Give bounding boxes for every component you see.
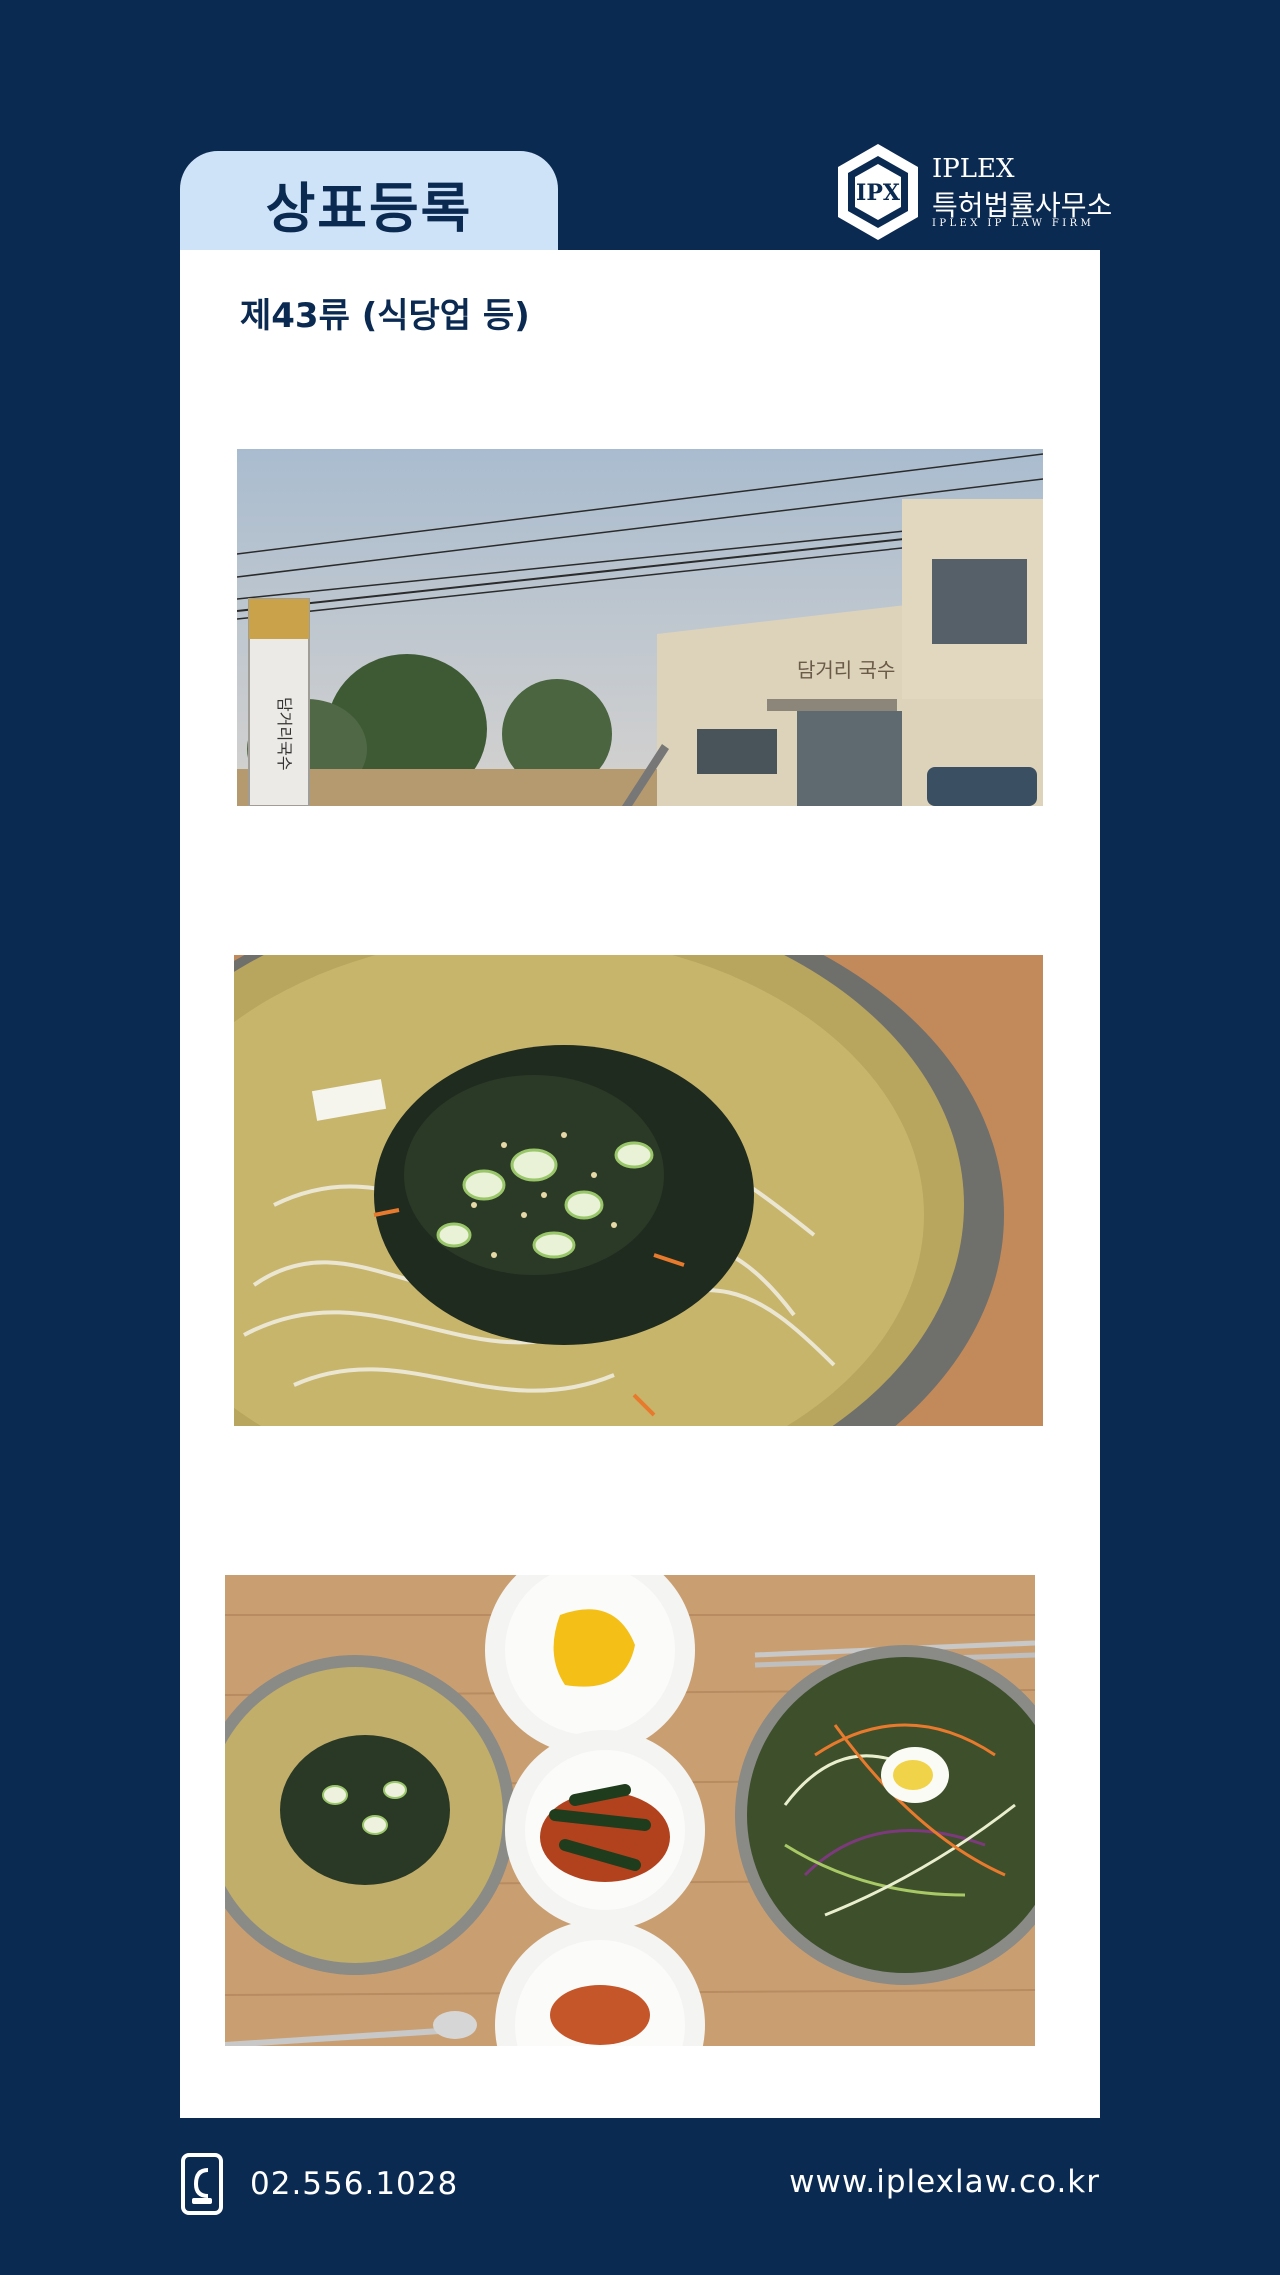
restaurant-exterior-photo: 담거리 국수 담거리국수: [237, 449, 1043, 806]
meal-set-photo: [225, 1575, 1035, 2046]
logo-name-en: IPLEX: [932, 154, 1015, 184]
page-title: 상표등록: [265, 176, 473, 240]
logo-tagline: IPLEX IP LAW FIRM: [932, 218, 1095, 229]
firm-logo: IPX IPLEX 특허법률사무소 IPLEX IP LAW FIRM: [836, 142, 1112, 246]
noodle-bowl-photo: [234, 955, 1043, 1426]
svg-text:IPX: IPX: [856, 180, 901, 206]
category-tab: 상표등록: [180, 151, 558, 255]
phone-icon: [181, 2153, 223, 2215]
footer-phone-number: 02.556.1028: [250, 2166, 459, 2202]
class-subtitle: 제43류 (식당업 등): [240, 296, 530, 336]
content-card: 제43류 (식당업 등) 담거리 국수 담거리국수: [180, 250, 1100, 2118]
footer-website[interactable]: www.iplexlaw.co.kr: [789, 2164, 1100, 2200]
hexagon-logo-icon: IPX: [838, 144, 918, 240]
svg-text:담거리국수: 담거리국수: [275, 697, 294, 771]
svg-text:담거리 국수: 담거리 국수: [797, 658, 895, 682]
